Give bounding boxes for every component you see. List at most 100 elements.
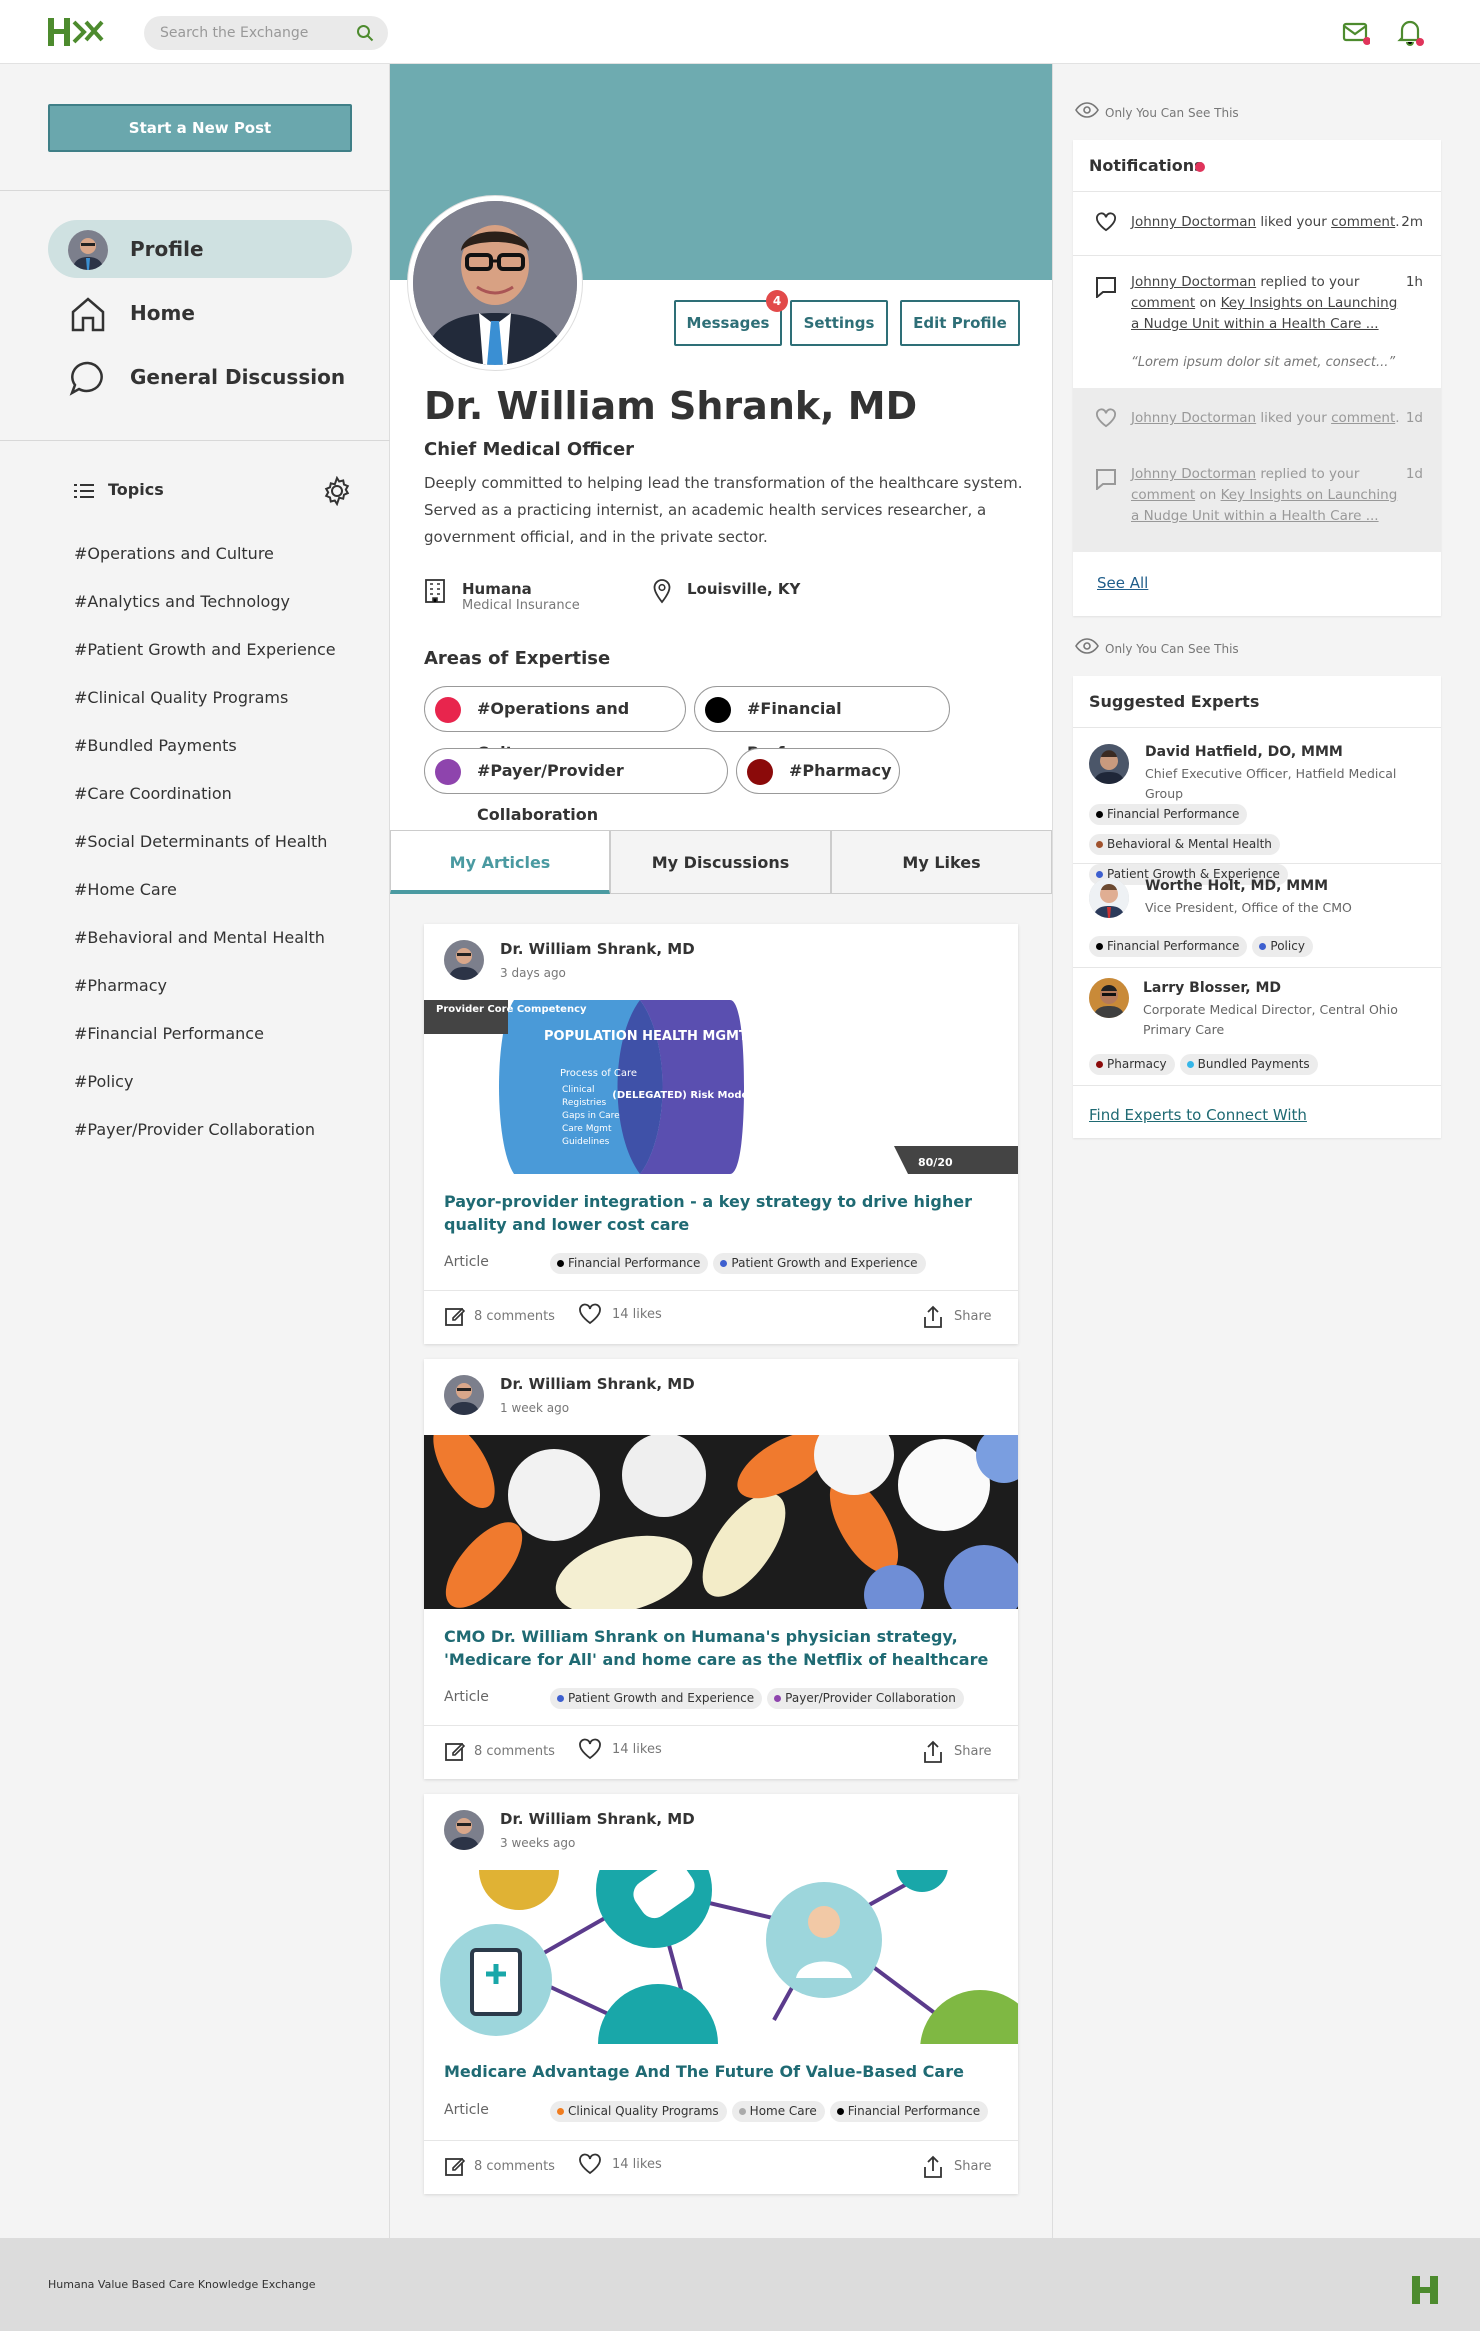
article-image[interactable] (424, 1870, 1018, 2044)
see-all-link[interactable]: See All (1097, 574, 1148, 592)
expert-name[interactable]: David Hatfield, DO, MMM (1145, 744, 1343, 760)
expert-avatar (1089, 978, 1129, 1018)
comment-edit-icon[interactable] (444, 1305, 466, 1327)
topic-tag[interactable]: Financial Performance (1089, 804, 1248, 825)
article-title[interactable]: Payor-provider integration - a key strat… (444, 1190, 1004, 1236)
notif-object-link[interactable]: comment (1331, 410, 1395, 426)
topic-tag[interactable]: Home Care (731, 2101, 825, 2122)
notif-quote: “Lorem ipsum dolor sit amet, consect...” (1131, 355, 1396, 370)
share-icon[interactable] (922, 2155, 944, 2179)
author-name[interactable]: Dr. William Shrank, MD (500, 1375, 695, 1393)
comment-edit-icon[interactable] (444, 1740, 466, 1762)
notif-object-link[interactable]: comment (1131, 487, 1195, 503)
edit-profile-button[interactable]: Edit Profile (900, 300, 1020, 346)
mail-icon[interactable] (1342, 18, 1370, 46)
search-input[interactable]: Search the Exchange (144, 16, 388, 50)
topic-link[interactable]: #Clinical Quality Programs (74, 688, 288, 707)
find-experts-link[interactable]: Find Experts to Connect With (1089, 1106, 1307, 1124)
article-title[interactable]: CMO Dr. William Shrank on Humana's physi… (444, 1625, 1004, 1671)
author-name[interactable]: Dr. William Shrank, MD (500, 940, 695, 958)
topic-tag[interactable]: Policy (1252, 936, 1313, 957)
topic-link[interactable]: #Bundled Payments (74, 736, 237, 755)
article-image[interactable]: Provider Core Competency POPULATION HEAL… (424, 1000, 1018, 1174)
expertise-pill[interactable]: #Operations and Culture (424, 686, 686, 762)
bell-icon[interactable] (1396, 18, 1424, 46)
comment-count[interactable]: 8 comments (474, 2159, 555, 2174)
share-icon[interactable] (922, 1305, 944, 1329)
comment-edit-icon[interactable] (444, 2155, 466, 2177)
notification-item[interactable]: Johnny Doctorman replied to your comment… (1073, 256, 1441, 388)
topic-tag[interactable]: Financial Performance (550, 1253, 709, 1274)
topic-tag[interactable]: Behavioral & Mental Health (1089, 834, 1280, 855)
topic-link[interactable]: #Home Care (74, 880, 177, 899)
hx-logo[interactable] (46, 14, 106, 50)
tag-list: Patient Growth and Experience Payer/Provi… (550, 1687, 969, 1709)
expert-item[interactable]: David Hatfield, DO, MMM Chief Executive … (1073, 728, 1441, 885)
expert-name[interactable]: Worthe Holt, MD, MMM (1145, 878, 1328, 894)
topic-tag[interactable]: Patient Growth and Experience (713, 1253, 926, 1274)
notif-object-link[interactable]: comment (1331, 214, 1395, 230)
like-count[interactable]: 14 likes (612, 2157, 662, 2172)
topic-tag[interactable]: Pharmacy (1089, 1054, 1175, 1075)
topic-link[interactable]: #Policy (74, 1072, 133, 1091)
notification-item[interactable]: Johnny Doctorman replied to your comment… (1073, 452, 1441, 552)
tab-my-articles[interactable]: My Articles (390, 830, 610, 894)
expert-item[interactable]: Worthe Holt, MD, MMM Vice President, Off… (1073, 864, 1441, 968)
share-link[interactable]: Share (954, 1744, 992, 1759)
topic-tag[interactable]: Clinical Quality Programs (550, 2101, 727, 2122)
tab-my-discussions[interactable]: My Discussions (610, 830, 831, 894)
topic-link[interactable]: #Social Determinants of Health (74, 832, 327, 851)
comment-count[interactable]: 8 comments (474, 1744, 555, 1759)
notification-item[interactable]: Johnny Doctorman liked your comment. 2m (1073, 192, 1441, 256)
topic-link[interactable]: #Pharmacy (74, 976, 167, 995)
topic-link[interactable]: #Care Coordination (74, 784, 232, 803)
humana-h-logo (1412, 2276, 1438, 2304)
topic-link[interactable]: #Financial Performance (74, 1024, 264, 1043)
topic-link[interactable]: #Patient Growth and Experience (74, 640, 336, 659)
expertise-pill[interactable]: #Payer/Provider Collaboration (424, 748, 728, 824)
topic-tag[interactable]: Patient Growth and Experience (550, 1688, 763, 1709)
topic-tag[interactable]: Bundled Payments (1179, 1054, 1318, 1075)
topic-link[interactable]: #Analytics and Technology (74, 592, 290, 611)
heart-icon[interactable] (578, 2153, 602, 2175)
heart-icon[interactable] (578, 1738, 602, 1760)
notif-user-link[interactable]: Johnny Doctorman (1131, 274, 1256, 290)
topic-link[interactable]: #Payer/Provider Collaboration (74, 1120, 315, 1139)
tab-my-likes[interactable]: My Likes (831, 830, 1052, 894)
notification-item[interactable]: Johnny Doctorman liked your comment. 1d (1073, 388, 1441, 452)
content-type: Article (444, 1689, 489, 1705)
notif-object-link[interactable]: comment (1131, 295, 1195, 311)
expert-name[interactable]: Larry Blosser, MD (1143, 980, 1281, 996)
topic-tag[interactable]: Financial Performance (829, 2101, 989, 2122)
notif-user-link[interactable]: Johnny Doctorman (1131, 466, 1256, 482)
search-icon[interactable] (356, 24, 374, 42)
settings-button[interactable]: Settings (790, 300, 888, 346)
article-image[interactable] (424, 1435, 1018, 1609)
gear-icon[interactable] (322, 476, 352, 506)
nav-home[interactable]: Home (48, 284, 352, 342)
new-post-button[interactable]: Start a New Post (48, 104, 352, 152)
comment-count[interactable]: 8 comments (474, 1309, 555, 1324)
expert-item[interactable]: Larry Blosser, MD Corporate Medical Dire… (1073, 968, 1441, 1086)
article-title[interactable]: Medicare Advantage And The Future Of Val… (444, 2060, 1004, 2083)
share-icon[interactable] (922, 1740, 944, 1764)
like-count[interactable]: 14 likes (612, 1742, 662, 1757)
messages-button[interactable]: Messages 4 (674, 290, 788, 346)
notif-user-link[interactable]: Johnny Doctorman (1131, 214, 1256, 230)
topic-link[interactable]: #Operations and Culture (74, 544, 274, 563)
notif-user-link[interactable]: Johnny Doctorman (1131, 410, 1256, 426)
notifications-panel: Notifications Johnny Doctorman liked you… (1073, 140, 1441, 616)
topic-tag[interactable]: Payer/Provider Collaboration (767, 1688, 964, 1709)
nav-general-discussion[interactable]: General Discussion (48, 348, 352, 406)
organization: Humana Medical Insurance (462, 580, 580, 613)
author-name[interactable]: Dr. William Shrank, MD (500, 1810, 695, 1828)
expertise-pill[interactable]: #Pharmacy (736, 748, 900, 794)
share-link[interactable]: Share (954, 2159, 992, 2174)
topic-tag[interactable]: Financial Performance (1089, 936, 1248, 957)
share-link[interactable]: Share (954, 1309, 992, 1324)
like-count[interactable]: 14 likes (612, 1307, 662, 1322)
topic-link[interactable]: #Behavioral and Mental Health (74, 928, 325, 947)
expertise-pill[interactable]: #Financial Performance (694, 686, 950, 762)
heart-icon[interactable] (578, 1303, 602, 1325)
nav-profile[interactable]: Profile (48, 220, 352, 278)
